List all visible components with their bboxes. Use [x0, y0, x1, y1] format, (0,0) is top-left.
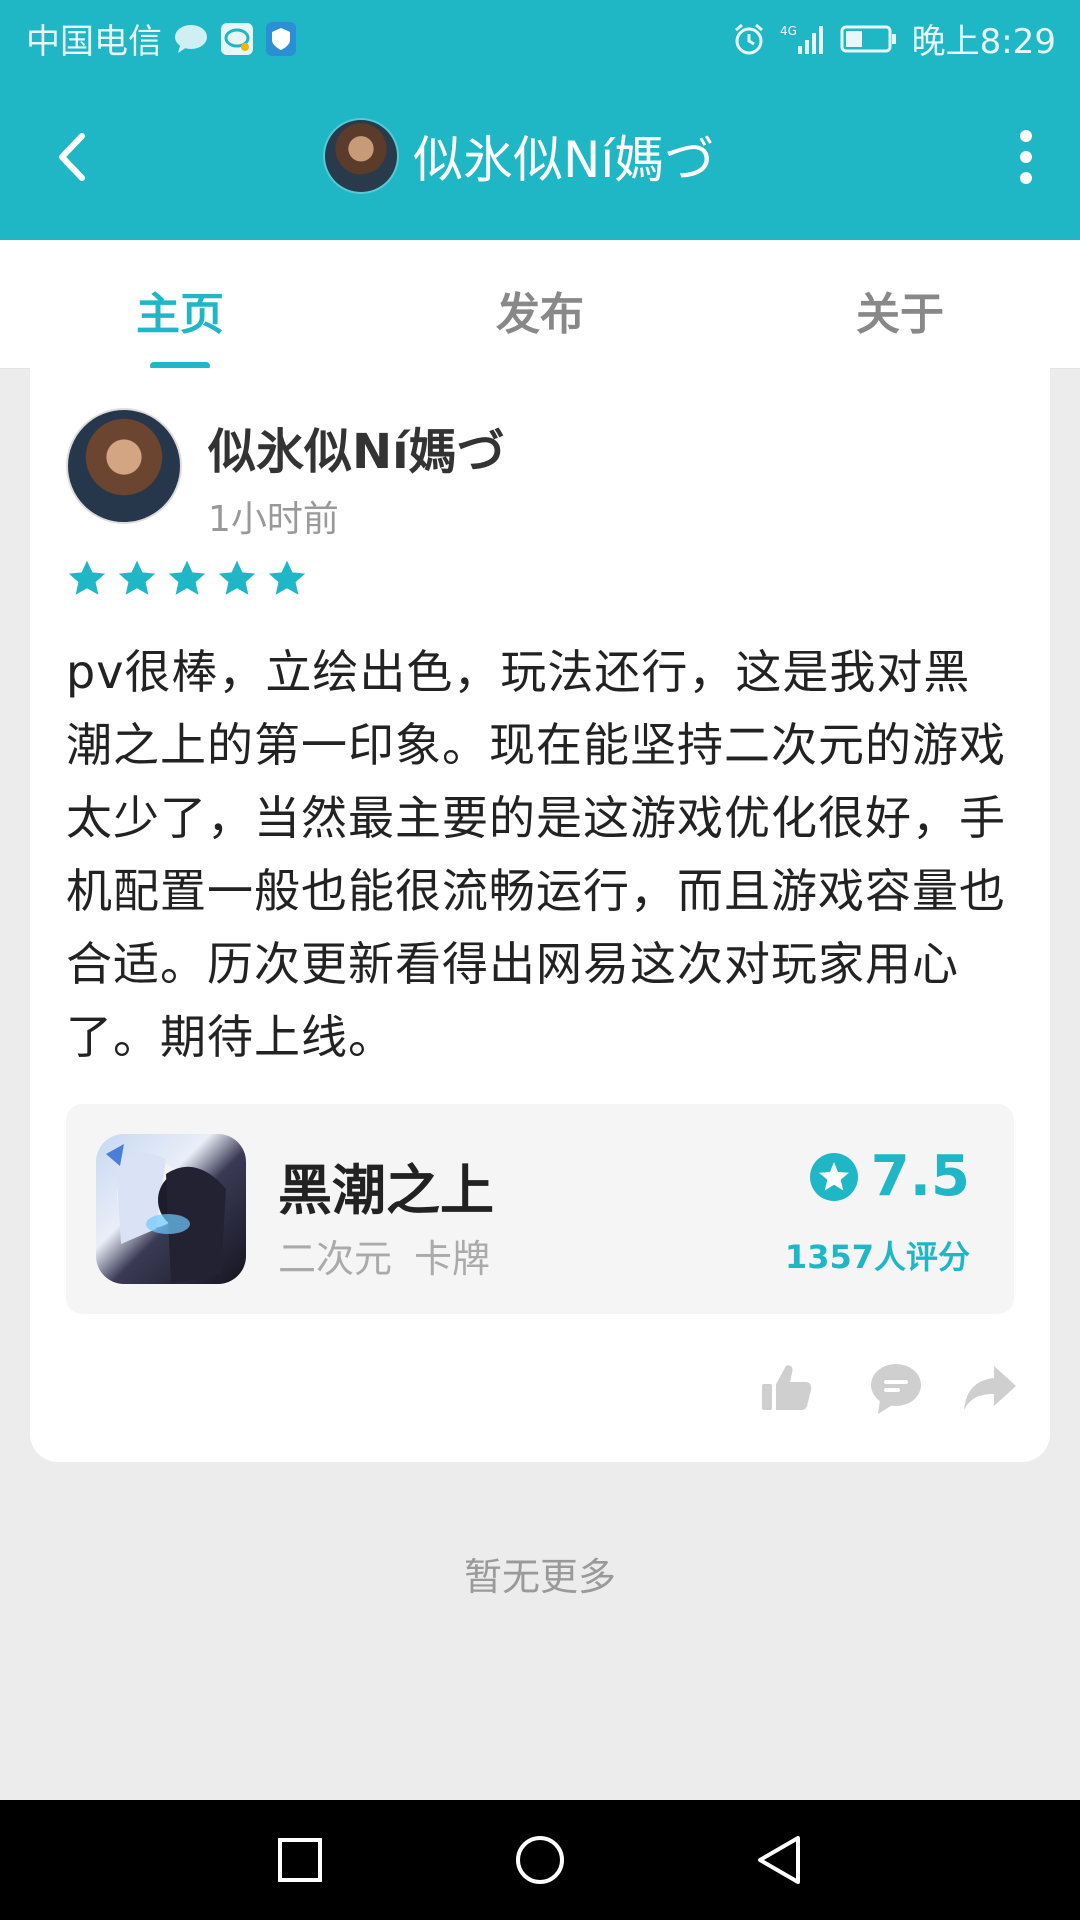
no-more-label: 暂无更多: [463, 1555, 616, 1599]
chat-bubble-icon: [175, 24, 207, 53]
more-vert-icon[interactable]: [1006, 122, 1046, 192]
carrier-label: 中国电信: [26, 22, 162, 62]
system-nav-bar: [0, 1800, 1080, 1920]
status-bar: 中国电信 4G 晚上8:29: [0, 0, 1080, 72]
battery-icon: [840, 25, 896, 52]
game-icon[interactable]: [96, 1134, 246, 1284]
svg-text:4G: 4G: [780, 24, 797, 38]
review-text: pv很棒，立绘出色，玩法还行，这是我对黑潮之上的第一印象。现在能坚持二次元的游戏…: [66, 645, 1006, 1064]
star-icon: [68, 560, 106, 595]
rating-count: 1357人评分: [784, 1238, 970, 1276]
home-circle-icon[interactable]: [510, 1830, 570, 1890]
avatar[interactable]: [66, 408, 182, 524]
star-icon: [168, 560, 206, 595]
game-tag: 卡牌: [414, 1237, 491, 1281]
star-icon: [118, 560, 156, 595]
message-app-icon: [221, 22, 253, 55]
shield-icon: [266, 21, 296, 56]
review-card[interactable]: 似氷似Ní媽づ 1小时前 pv很棒，立绘出色，玩法还行，这是我对黑潮之上的第一印…: [30, 368, 1050, 1462]
tab-home[interactable]: 主页: [80, 278, 280, 342]
tab-bar: 主页 发布 关于: [0, 240, 1080, 370]
clock-label: 晚上8:29: [911, 22, 1056, 62]
game-card[interactable]: 黑潮之上 二次元 卡牌 7.5 1357人评分: [66, 1104, 1014, 1314]
tab-about[interactable]: 关于: [800, 278, 1000, 342]
page-title: 似氷似Ní媽づ: [413, 131, 715, 189]
author-info: 似氷似Ní媽づ 1小时前: [208, 408, 505, 542]
signal-icon: 4G: [780, 24, 823, 54]
comment-icon[interactable]: [866, 1358, 926, 1418]
rating-value: 7.5: [870, 1144, 970, 1209]
back-triangle-icon[interactable]: [750, 1830, 810, 1890]
author-row: 似氷似Ní媽づ 1小时前: [66, 408, 505, 542]
author-name[interactable]: 似氷似Ní媽づ: [208, 412, 505, 482]
back-arrow-icon[interactable]: [40, 122, 110, 192]
recents-square-icon[interactable]: [270, 1830, 330, 1890]
tab-publish[interactable]: 发布: [440, 278, 640, 342]
header-title-group: 似氷似Ní媽づ: [325, 120, 714, 192]
game-rating: 7.5: [809, 1144, 970, 1209]
status-bar-right: 4G 晚上8:29: [732, 14, 1056, 63]
status-bar-left: 中国电信: [26, 14, 296, 63]
rating-star-icon: [809, 1152, 858, 1201]
app-header: 似氷似Ní媽づ: [0, 72, 1080, 240]
post-actions: [30, 1358, 1050, 1418]
alarm-icon: [734, 23, 763, 54]
share-icon[interactable]: [960, 1358, 1020, 1418]
game-name[interactable]: 黑潮之上: [278, 1146, 494, 1225]
like-icon[interactable]: [756, 1358, 816, 1418]
header-avatar[interactable]: [325, 120, 397, 192]
game-tag: 二次元: [278, 1237, 393, 1281]
star-icon: [218, 560, 256, 595]
star-rating: [66, 558, 308, 600]
game-art: [106, 1144, 226, 1284]
game-tags: 二次元 卡牌: [278, 1228, 512, 1283]
post-time: 1小时前: [208, 499, 339, 540]
star-icon: [268, 560, 306, 595]
